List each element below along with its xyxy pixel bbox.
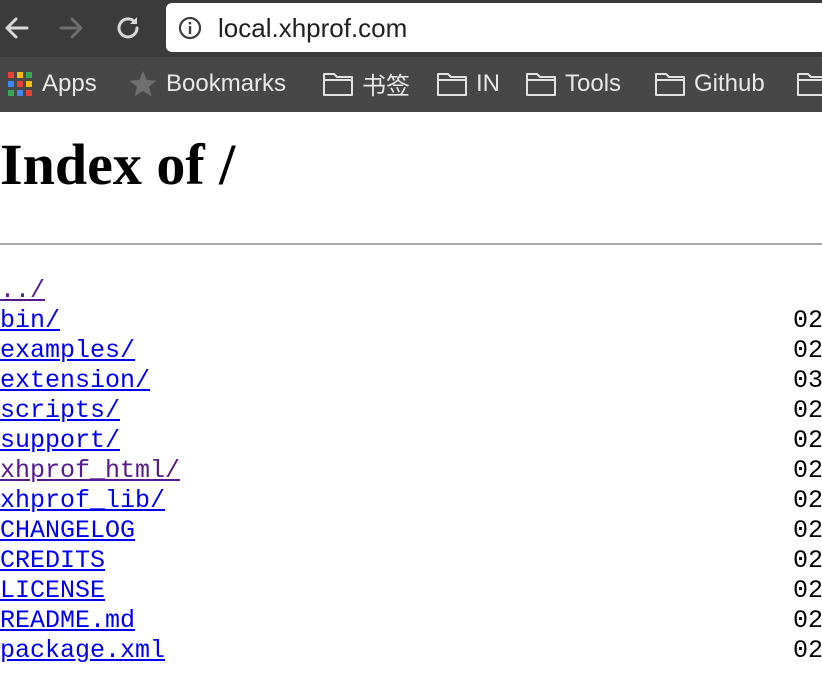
bookmark-label: IN [476,69,500,97]
url-text[interactable]: local.xhprof.com [218,14,407,42]
list-item: extension/03 [0,366,822,396]
bookmark-folder-overflow[interactable] [796,57,822,110]
modified-date: 02 [793,546,822,575]
list-item: support/02 [0,426,822,456]
file-link[interactable]: package.xml [0,636,165,665]
file-link[interactable]: bin/ [0,306,60,335]
list-item: ../ [0,276,822,306]
back-arrow-icon [5,17,29,39]
folder-icon [526,72,556,96]
folder-icon [323,72,353,96]
star-icon [129,70,157,96]
info-icon[interactable] [178,16,202,40]
modified-date: 02 [793,606,822,635]
reload-icon [117,17,139,39]
file-link[interactable]: README.md [0,606,135,635]
bookmark-folder-shuqian[interactable]: 书签 [322,57,410,110]
modified-date: 02 [793,426,822,455]
apps-grid-icon [8,71,32,96]
file-link[interactable]: LICENSE [0,576,105,605]
address-bar[interactable]: local.xhprof.com [166,3,822,52]
bookmark-label: Tools [565,69,622,97]
file-link[interactable]: scripts/ [0,396,120,425]
folder-icon [797,72,822,96]
modified-date: 02 [793,306,822,335]
bookmark-folder-github[interactable]: Github [654,57,765,110]
list-item: LICENSE 02 [0,576,822,606]
list-item: package.xml 02 [0,636,822,666]
file-link[interactable]: CHANGELOG [0,516,135,545]
back-button[interactable] [0,10,34,46]
list-item: examples/02 [0,336,822,366]
forward-arrow-icon [59,17,83,39]
file-link[interactable]: CREDITS [0,546,105,575]
list-item: README.md 02 [0,606,822,636]
bookmark-label: Bookmarks [166,69,287,97]
page-title: Index of / [0,132,236,197]
list-item: bin/02 [0,306,822,336]
directory-listing: ../bin/02 examples/02 extension/03 scripts/… [0,276,822,666]
file-link[interactable]: ../ [0,276,45,305]
bookmark-folder-tools[interactable]: Tools [525,57,621,110]
bookmark-bookmarks[interactable]: Bookmarks [128,57,286,110]
list-item: scripts/02 [0,396,822,426]
bookmark-apps[interactable]: Apps [6,57,97,110]
modified-date: 02 [793,516,822,545]
bookmarks-bar: Apps Bookmarks 书签 IN Tools Github [0,57,822,112]
bookmark-label: Apps [42,69,97,97]
list-item: CHANGELOG 02 [0,516,822,546]
file-link[interactable]: examples/ [0,336,135,365]
modified-date: 02 [793,456,822,485]
list-item: xhprof_lib/02 [0,486,822,516]
file-link[interactable]: support/ [0,426,120,455]
modified-date: 02 [793,486,822,515]
reload-button[interactable] [111,10,145,46]
file-link[interactable]: xhprof_lib/ [0,486,165,515]
bookmark-label: 书签 [362,73,410,100]
list-item: xhprof_html/02 [0,456,822,486]
bookmark-folder-in[interactable]: IN [436,57,500,110]
file-link[interactable]: xhprof_html/ [0,456,180,485]
folder-icon [655,72,685,96]
modified-date: 02 [793,396,822,425]
list-item: CREDITS 02 [0,546,822,576]
modified-date: 02 [793,576,822,605]
folder-icon [437,72,467,96]
bookmark-label: Github [694,69,765,97]
file-link[interactable]: extension/ [0,366,150,395]
browser-toolbar: local.xhprof.com [0,0,822,57]
modified-date: 03 [793,366,822,395]
divider [0,243,822,245]
modified-date: 02 [793,336,822,365]
modified-date: 02 [793,636,822,665]
forward-button[interactable] [54,10,88,46]
